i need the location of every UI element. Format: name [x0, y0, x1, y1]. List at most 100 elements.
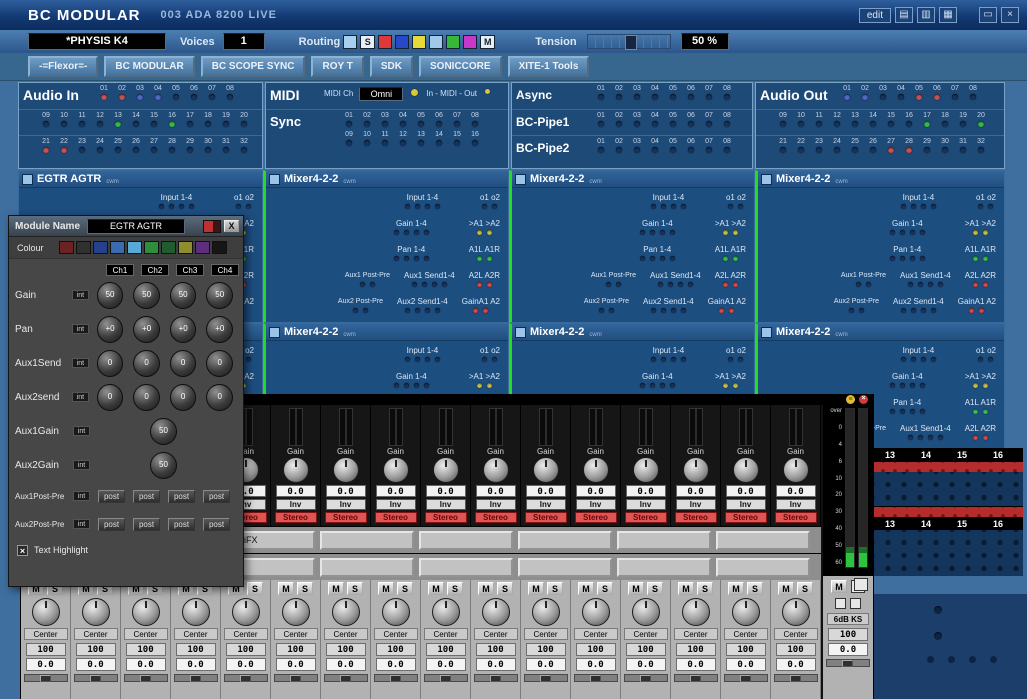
output-value[interactable]: 0.0 [426, 658, 466, 671]
pan-knob[interactable] [282, 598, 310, 626]
port-dot[interactable] [973, 230, 978, 235]
pan-value[interactable]: Center [224, 628, 268, 640]
io-port[interactable]: 03 [376, 111, 394, 127]
port-dot[interactable] [921, 357, 926, 362]
port-dot[interactable] [658, 282, 663, 287]
io-port[interactable]: 01 [340, 111, 358, 127]
aux2-send-knob[interactable]: 0 [133, 384, 160, 411]
port-dot[interactable] [405, 308, 410, 313]
tab-button[interactable]: XITE-1 Tools [508, 56, 590, 77]
level-value[interactable]: 100 [576, 643, 616, 656]
port-dot[interactable] [890, 230, 895, 235]
port-dot[interactable] [477, 256, 482, 261]
port-dot[interactable] [651, 357, 656, 362]
port-dot[interactable] [482, 357, 487, 362]
port-dot[interactable] [856, 282, 861, 287]
port-dot[interactable] [910, 230, 915, 235]
output-value[interactable]: 0.0 [326, 658, 366, 671]
insert-slot[interactable] [320, 558, 414, 577]
master-level-value[interactable]: 100 [828, 628, 868, 641]
io-port[interactable]: 16 [466, 130, 484, 146]
port-dot[interactable] [938, 282, 943, 287]
pan-value[interactable]: Center [374, 628, 418, 640]
io-port[interactable]: 09 [37, 111, 55, 127]
io-port[interactable]: 20 [972, 111, 990, 127]
colour-swatch[interactable] [161, 241, 176, 254]
port-dot[interactable] [424, 383, 429, 388]
gain-knob[interactable]: 50 [97, 282, 124, 309]
io-port[interactable]: 03 [628, 111, 646, 127]
io-port[interactable]: 01 [592, 84, 610, 100]
io-port[interactable]: 22 [55, 137, 73, 153]
colour-swatch[interactable] [144, 241, 159, 254]
mute-button[interactable]: M [678, 582, 694, 595]
port-dot[interactable] [189, 204, 194, 209]
io-port[interactable]: 07 [700, 111, 718, 127]
port-dot[interactable] [492, 357, 497, 362]
io-port[interactable]: 02 [610, 137, 628, 153]
io-port[interactable]: 14 [864, 111, 882, 127]
routing-color-swatch[interactable] [343, 35, 357, 49]
pan-value[interactable]: Center [674, 628, 718, 640]
io-port[interactable]: 05 [412, 111, 430, 127]
port-dot[interactable] [246, 204, 251, 209]
port-dot[interactable] [979, 308, 984, 313]
gain-value[interactable]: 0.0 [476, 485, 516, 497]
port-dot[interactable] [688, 282, 693, 287]
aux1-gain-knob[interactable]: 50 [150, 418, 177, 445]
output-value[interactable]: 0.0 [376, 658, 416, 671]
gain-knob[interactable] [433, 457, 459, 483]
output-value[interactable]: 0.0 [726, 658, 766, 671]
io-port[interactable]: 13 [846, 111, 864, 127]
pan-knob[interactable] [132, 598, 160, 626]
io-port[interactable]: 04 [149, 84, 167, 100]
port-dot[interactable] [487, 282, 492, 287]
gain-knob[interactable]: 50 [133, 282, 160, 309]
dialog-close-button[interactable]: X [224, 220, 239, 232]
gain-value[interactable]: 0.0 [626, 485, 666, 497]
invert-button[interactable]: Inv [526, 499, 566, 510]
module-header[interactable]: Mixer4-2-2 cwm [512, 324, 754, 341]
pan-knob[interactable] [682, 598, 710, 626]
pan-knob[interactable] [532, 598, 560, 626]
channel-fader[interactable] [624, 674, 668, 682]
post-pre-button[interactable]: post [168, 518, 195, 531]
channel-header-button[interactable]: Ch2 [141, 264, 169, 276]
port-dot[interactable] [931, 357, 936, 362]
io-port[interactable]: 05 [910, 84, 928, 100]
output-value[interactable]: 0.0 [676, 658, 716, 671]
gain-value[interactable]: 0.0 [326, 485, 366, 497]
aux2-send-knob[interactable]: 0 [97, 384, 124, 411]
port-dot[interactable] [435, 357, 440, 362]
level-value[interactable]: 100 [776, 643, 816, 656]
output-value[interactable]: 0.0 [226, 658, 266, 671]
level-value[interactable]: 100 [276, 643, 316, 656]
solo-button[interactable]: S [347, 582, 363, 595]
io-port[interactable]: 30 [936, 137, 954, 153]
port-dot[interactable] [900, 230, 905, 235]
pan-knob[interactable] [732, 598, 760, 626]
port-dot[interactable] [969, 308, 974, 313]
port-dot[interactable] [650, 256, 655, 261]
tab-button[interactable]: SDK [370, 56, 413, 77]
tension-value[interactable]: 50 % [681, 33, 729, 50]
port-dot[interactable] [988, 357, 993, 362]
pan-value[interactable]: Center [724, 628, 768, 640]
io-port[interactable]: 22 [792, 137, 810, 153]
insert-slot[interactable] [716, 558, 810, 577]
channel-fader[interactable] [174, 674, 218, 682]
solo-button[interactable]: S [447, 582, 463, 595]
mute-button[interactable]: M [378, 582, 394, 595]
port-dot[interactable] [432, 282, 437, 287]
gain-value[interactable]: 0.0 [576, 485, 616, 497]
port-dot[interactable] [404, 383, 409, 388]
module[interactable]: Mixer4-2-2 cwm Input 1-4 o1 o2 Gain 1-4 … [509, 170, 755, 323]
routing-color-swatch[interactable] [395, 35, 409, 49]
port-dot[interactable] [911, 204, 916, 209]
level-value[interactable]: 100 [326, 643, 366, 656]
output-value[interactable]: 0.0 [26, 658, 66, 671]
port-dot[interactable] [492, 204, 497, 209]
int-button[interactable]: int [72, 290, 89, 300]
save-as-icon[interactable]: ▦ [939, 7, 957, 23]
pan-value[interactable]: Center [524, 628, 568, 640]
